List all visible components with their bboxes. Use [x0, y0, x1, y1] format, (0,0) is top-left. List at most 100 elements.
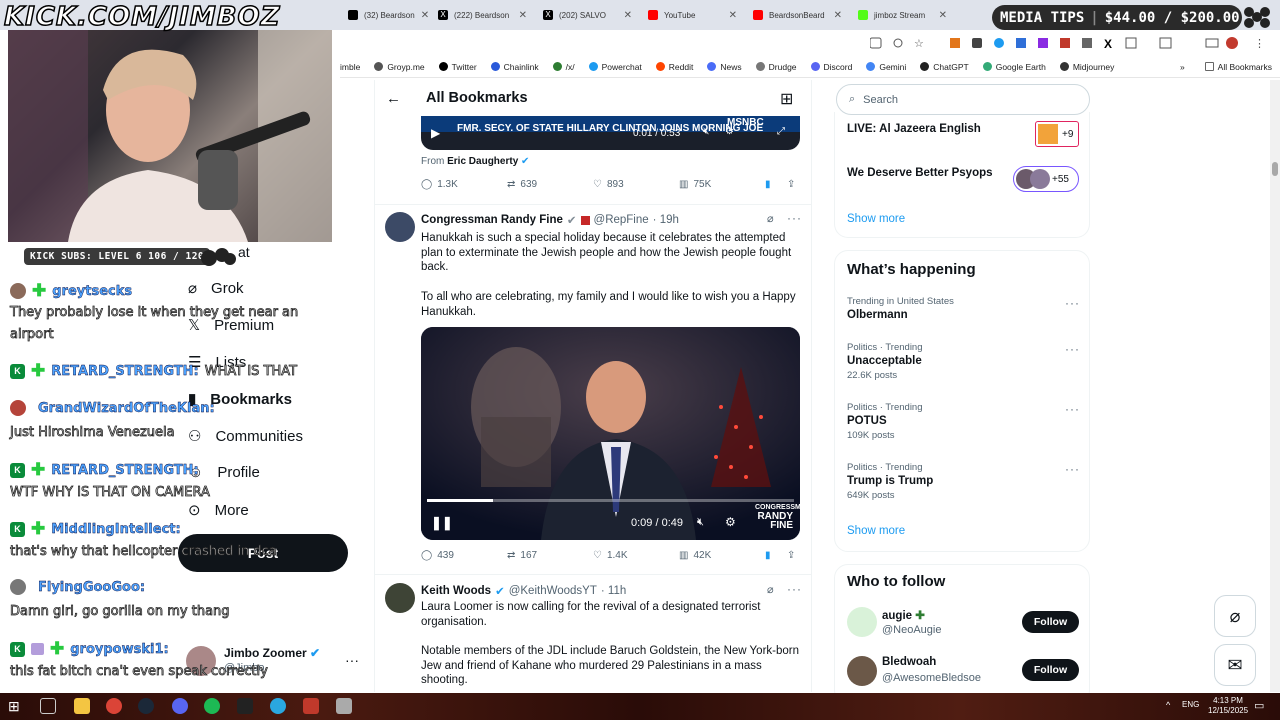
mute-icon[interactable]: 🔇︎	[697, 516, 704, 529]
trend-item[interactable]: Trending in United States Olbermann	[847, 296, 954, 321]
space-listeners[interactable]: +9	[1035, 121, 1079, 147]
trend-item[interactable]: Politics · Trending POTUS 109K posts	[847, 402, 923, 441]
language-indicator[interactable]: ENG	[1182, 700, 1199, 709]
grok-icon[interactable]: ⌀	[1214, 595, 1256, 637]
chevron-up-icon[interactable]: ^	[1166, 700, 1170, 710]
trend-item[interactable]: Politics · Trending Trump is Trump 649K …	[847, 462, 933, 501]
bookmark[interactable]: Drudge	[755, 62, 797, 72]
pause-icon[interactable]: ❚❚	[431, 515, 453, 531]
chevron-right-icon[interactable]: »	[1180, 62, 1185, 72]
more-dots-icon[interactable]: ···	[1065, 462, 1080, 476]
video-player[interactable]: ❚❚ 0:09 / 0:49 🔇︎ ⚙ CONGRESSMAN RANDY FI…	[421, 327, 800, 540]
grok-icon[interactable]: ⌀	[767, 583, 774, 596]
share-icon[interactable]: ⇪	[787, 550, 795, 561]
browser-tab[interactable]: YouTube ✕	[640, 4, 745, 26]
more-dots-icon[interactable]: ···	[1065, 296, 1080, 310]
bookmark[interactable]: ChatGPT	[920, 62, 969, 72]
more-dots-icon[interactable]: ···	[787, 211, 802, 225]
views-button[interactable]: ▥ 75K	[679, 179, 765, 190]
mute-icon[interactable]: 🔇︎	[703, 126, 709, 137]
video-progress-track[interactable]	[427, 499, 794, 502]
messages-icon[interactable]: ✉	[1214, 644, 1256, 686]
show-more-link[interactable]: Show more	[847, 213, 905, 225]
bookmark[interactable]: Powerchat	[588, 62, 642, 72]
avatar[interactable]	[385, 212, 415, 242]
close-icon[interactable]: ✕	[624, 10, 632, 21]
scrollbar-thumb[interactable]	[1272, 162, 1278, 176]
views-button[interactable]: ▥ 42K	[679, 550, 765, 561]
bookmark[interactable]: /x/	[552, 62, 575, 72]
scrollbar[interactable]	[1270, 80, 1280, 692]
share-icon[interactable]: ⇪	[787, 179, 795, 190]
close-icon[interactable]: ✕	[834, 10, 842, 21]
bookmark[interactable]: News	[707, 62, 742, 72]
bookmark-icon[interactable]: ▮	[765, 550, 787, 561]
back-arrow-icon[interactable]: ←	[386, 90, 401, 107]
steam-icon[interactable]	[138, 698, 154, 714]
close-icon[interactable]: ✕	[421, 10, 429, 21]
repost-button[interactable]: ⇄ 167	[507, 550, 593, 561]
avatar[interactable]	[385, 583, 415, 613]
reply-button[interactable]: ◯ 439	[421, 550, 507, 561]
like-button[interactable]: ♡ 893	[593, 179, 679, 190]
close-icon[interactable]: ✕	[729, 10, 737, 21]
follow-name[interactable]: Bledwoah	[882, 656, 936, 668]
account-name[interactable]: Jimbo Zoomer ✔	[224, 646, 320, 660]
settings-icon[interactable]: ⚙	[725, 515, 736, 529]
nav-item-grok[interactable]: ⌀ Grok	[188, 279, 244, 298]
browser-tab[interactable]: jimboz Stream ✕	[850, 4, 955, 26]
space-listeners[interactable]: +55	[1013, 166, 1079, 192]
nav-item-communities[interactable]: ⚇ Communities	[188, 427, 303, 446]
bookmark[interactable]: Google Earth	[982, 62, 1046, 72]
browser-tab[interactable]: X (222) Beardson ✕	[430, 4, 535, 26]
author-name[interactable]: Congressman Randy Fine	[421, 214, 563, 226]
nav-item-chat[interactable]: at	[188, 244, 250, 260]
more-dots-icon[interactable]: ···	[1065, 402, 1080, 416]
play-icon[interactable]: ▶	[431, 126, 440, 140]
file-explorer-icon[interactable]	[74, 698, 90, 714]
more-dots-icon[interactable]: ···	[345, 652, 359, 668]
browser-tab[interactable]: X (202) SALVO ✕	[535, 4, 640, 26]
grok-icon[interactable]: ⌀	[767, 212, 774, 225]
nav-item-more[interactable]: ⊙ More	[188, 501, 249, 520]
follow-name[interactable]: augie ✚	[882, 608, 925, 622]
extension-icons[interactable]: ☆ X ⋮	[870, 36, 1270, 50]
follow-button[interactable]: Follow	[1022, 611, 1079, 633]
bookmark[interactable]: Groyp.me	[374, 62, 425, 72]
bookmark[interactable]: Gemini	[866, 62, 906, 72]
show-more-link[interactable]: Show more	[847, 525, 905, 537]
reply-button[interactable]: ◯ 1.3K	[421, 179, 507, 190]
browser-tab[interactable]: BeardsonBeard ✕	[745, 4, 850, 26]
space-title[interactable]: We Deserve Better Psyops	[847, 167, 993, 179]
discord-icon[interactable]	[172, 698, 188, 714]
task-view-icon[interactable]	[40, 698, 56, 714]
clock[interactable]: 4:13 PM 12/15/2025	[1208, 696, 1248, 716]
app-icon[interactable]	[303, 698, 319, 714]
app-icon[interactable]	[237, 698, 253, 714]
more-dots-icon[interactable]: ···	[787, 582, 802, 596]
close-icon[interactable]: ✕	[939, 10, 947, 21]
telegram-icon[interactable]	[270, 698, 286, 714]
bookmark-icon[interactable]: ▮	[765, 179, 787, 190]
bookmark[interactable]: Reddit	[655, 62, 693, 72]
close-icon[interactable]: ✕	[519, 10, 527, 21]
bookmark[interactable]: imble	[340, 62, 360, 72]
chrome-icon[interactable]	[106, 698, 122, 714]
windows-start-icon[interactable]: ⊞	[8, 698, 24, 714]
bookmark[interactable]: Discord	[810, 62, 852, 72]
fullscreen-icon[interactable]: ⤢	[777, 126, 785, 137]
video-player[interactable]: FMR. SECY. OF STATE HILLARY CLINTON JOIN…	[421, 116, 800, 150]
bookmark-add-icon[interactable]: ⊞	[780, 89, 793, 109]
bookmark[interactable]: Chainlink	[490, 62, 539, 72]
trend-item[interactable]: Politics · Trending Unacceptable 22.6K p…	[847, 342, 923, 381]
settings-icon[interactable]: ⚙	[725, 126, 734, 137]
space-title[interactable]: LIVE: Al Jazeera English	[847, 123, 981, 135]
bookmark[interactable]: Twitter	[438, 62, 477, 72]
browser-tab[interactable]: (32) Beardson ✕	[340, 4, 430, 26]
follow-button[interactable]: Follow	[1022, 659, 1079, 681]
like-button[interactable]: ♡ 1.4K	[593, 550, 679, 561]
spotify-icon[interactable]	[204, 698, 220, 714]
avatar[interactable]	[847, 656, 877, 686]
search-input[interactable]: ⌕ Search	[836, 84, 1090, 115]
author-name[interactable]: Keith Woods	[421, 585, 491, 597]
